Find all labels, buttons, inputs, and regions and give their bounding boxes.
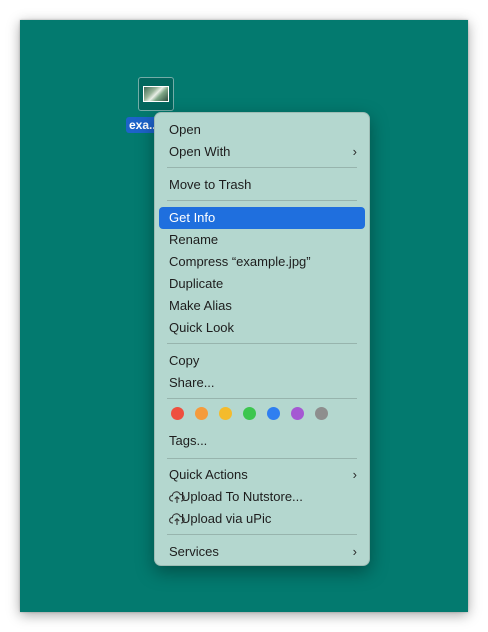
tag-gray-dot[interactable] [315, 407, 328, 420]
menu-item-label: Tags... [169, 433, 208, 448]
tag-purple-dot[interactable] [291, 407, 304, 420]
menu-divider [167, 167, 357, 168]
menu-item-rename[interactable]: Rename [159, 229, 365, 251]
menu-item-tags[interactable]: Tags... [159, 430, 365, 452]
cloud-upload-icon [169, 513, 185, 525]
menu-divider [167, 200, 357, 201]
menu-item-open[interactable]: Open [159, 119, 365, 141]
menu-item-label: Share... [169, 375, 215, 390]
tag-blue-dot[interactable] [267, 407, 280, 420]
menu-item-label: Open With [169, 144, 231, 159]
image-thumbnail [143, 86, 169, 102]
menu-item-label: Upload To Nutstore... [181, 489, 303, 504]
context-menu: Open Open With › Move to Trash Get Info … [154, 112, 370, 566]
cloud-upload-icon [169, 491, 185, 503]
menu-item-label: Quick Actions [169, 467, 248, 482]
menu-item-make-alias[interactable]: Make Alias [159, 295, 365, 317]
menu-item-label: Copy [169, 353, 200, 368]
menu-item-label: Quick Look [169, 320, 235, 335]
tag-orange-dot[interactable] [195, 407, 208, 420]
menu-item-label: Services [169, 544, 219, 559]
menu-divider [167, 343, 357, 344]
menu-item-upload-nutstore[interactable]: Upload To Nutstore... [159, 486, 365, 508]
menu-divider [167, 534, 357, 535]
menu-divider [167, 398, 357, 399]
chevron-right-icon: › [352, 467, 357, 482]
menu-divider [167, 458, 357, 459]
tag-color-row [171, 407, 351, 421]
image-file-icon[interactable] [138, 77, 174, 111]
menu-item-compress[interactable]: Compress “example.jpg” [159, 251, 365, 273]
menu-item-share[interactable]: Share... [159, 372, 365, 394]
tag-yellow-dot[interactable] [219, 407, 232, 420]
menu-item-label: Make Alias [169, 298, 232, 313]
menu-item-quick-look[interactable]: Quick Look [159, 317, 365, 339]
menu-item-label: Open [169, 122, 201, 137]
menu-item-open-with[interactable]: Open With › [159, 141, 365, 163]
menu-item-label: Compress “example.jpg” [169, 254, 311, 269]
menu-item-duplicate[interactable]: Duplicate [159, 273, 365, 295]
menu-item-label: Move to Trash [169, 177, 252, 192]
menu-item-upload-upic[interactable]: Upload via uPic [159, 508, 365, 530]
tag-green-dot[interactable] [243, 407, 256, 420]
chevron-right-icon: › [352, 144, 357, 159]
menu-item-copy[interactable]: Copy [159, 350, 365, 372]
menu-item-quick-actions[interactable]: Quick Actions › [159, 464, 365, 486]
menu-item-label: Duplicate [169, 276, 224, 291]
menu-item-move-to-trash[interactable]: Move to Trash [159, 174, 365, 196]
menu-item-services[interactable]: Services › [159, 541, 365, 563]
menu-item-label: Rename [169, 232, 219, 247]
tag-red-dot[interactable] [171, 407, 184, 420]
menu-item-get-info[interactable]: Get Info [159, 207, 365, 229]
chevron-right-icon: › [352, 544, 357, 559]
menu-item-label: Get Info [169, 210, 216, 225]
